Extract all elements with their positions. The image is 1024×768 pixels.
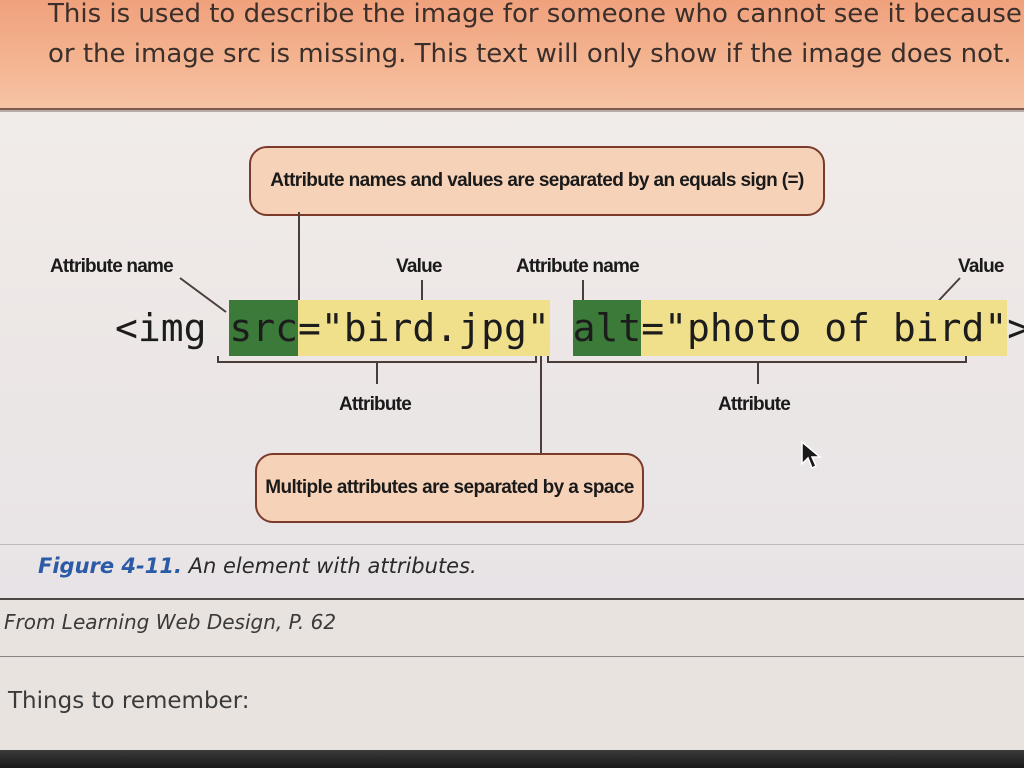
code-tag-open: <img: [115, 306, 230, 350]
leader-line-space: [540, 356, 542, 453]
code-src-value: "bird.jpg": [320, 300, 550, 356]
label-attribute-name-right: Attribute name: [516, 256, 640, 277]
callout-space-separator: Multiple attributes are separated by a s…: [255, 453, 644, 523]
label-attribute-right: Attribute: [718, 394, 791, 415]
leader-line-attribute-left: [376, 362, 378, 384]
label-attribute-left: Attribute: [339, 394, 412, 415]
things-to-remember-heading: Things to remember:: [8, 688, 250, 714]
bottom-bezel: [0, 750, 1024, 768]
code-alt-name: alt: [572, 300, 642, 356]
note-line-1: This is used to describe the image for s…: [48, 0, 1024, 29]
callout-equals-sign: Attribute names and values are separated…: [249, 146, 825, 216]
alt-text-note: This is used to describe the image for s…: [0, 0, 1024, 110]
source-citation: From Learning Web Design, P. 62: [4, 610, 337, 634]
leader-line-attribute-right: [757, 362, 759, 384]
arrow-cursor-icon: [801, 440, 822, 470]
label-value-left: Value: [396, 256, 442, 277]
code-src-name: src: [229, 300, 299, 356]
img-element-code: <img src="bird.jpg" alt="photo of bird">: [115, 300, 1024, 356]
alt-text-note-body: This is used to describe the image for s…: [48, 0, 1024, 74]
leader-line-attr-name-right: [582, 280, 584, 302]
label-attribute-name-left: Attribute name: [50, 256, 174, 277]
caption-figure-number: Figure 4-11.: [38, 554, 182, 578]
label-value-right: Value: [958, 256, 1004, 277]
code-equals-2: =: [641, 300, 665, 356]
caption-divider: [0, 544, 1024, 545]
figure-caption: Figure 4-11. An element with attributes.: [38, 554, 477, 578]
figure-bottom-divider: [0, 598, 1024, 600]
figure-top-divider: [0, 110, 1024, 112]
source-divider: [0, 656, 1024, 657]
code-tag-close: >: [1007, 306, 1024, 350]
note-line-2: or the image src is missing. This text w…: [48, 39, 1012, 69]
code-equals-1: =: [298, 300, 321, 356]
code-alt-value: "photo of bird": [664, 300, 1008, 356]
caption-text: An element with attributes.: [188, 554, 477, 578]
